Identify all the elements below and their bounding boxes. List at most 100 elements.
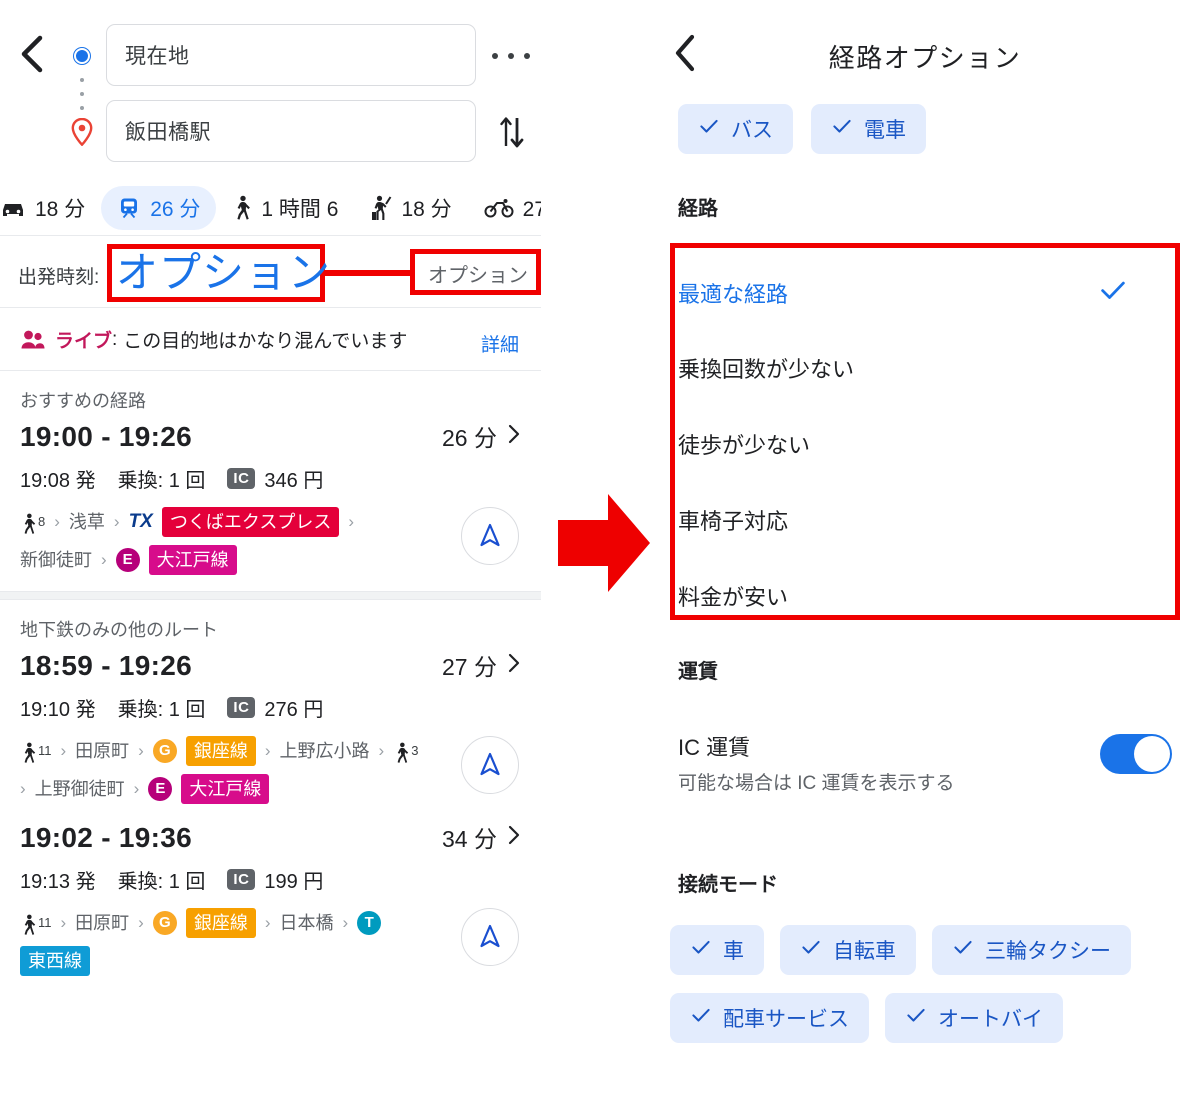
route-fare: IC 276 円 (227, 693, 323, 722)
route-departure-time: 19:08 発 (20, 470, 96, 492)
travel-mode-duration: 26 分 (150, 197, 201, 221)
walk-leg: 11 (20, 738, 52, 764)
connect-chip-自転車[interactable]: 自転車 (780, 925, 916, 975)
route-option-車椅子対応[interactable]: 車椅子対応 (678, 502, 1138, 538)
ic-fare-toggle[interactable] (1100, 734, 1172, 774)
live-message: この目的地はかなり混んでいます (123, 331, 408, 352)
connect-mode-chips[interactable]: 車 自転車 三輪タクシー配車サービス オートバイ (670, 925, 1190, 1043)
route-option-料金が安い[interactable]: 料金が安い (678, 578, 1138, 614)
travel-mode-duration: 1 時間 6 (261, 197, 339, 221)
line-badge-icon: G (152, 911, 177, 935)
route-header: 19:00 - 19:26 26 分 (20, 419, 521, 453)
travel-mode-duration: 18 分 (35, 197, 86, 221)
callout-connector-line (322, 270, 414, 276)
navigate-icon[interactable] (461, 736, 519, 794)
transit-line-pill: 銀座線 (185, 908, 256, 938)
travel-mode-duration: 18 分 (401, 197, 452, 221)
route-option-label: 料金が安い (678, 585, 789, 610)
bicycle-icon (484, 198, 514, 218)
travel-mode-tab-rideshare[interactable]: 18 分 (354, 186, 467, 230)
options-zoom-label: オプション (116, 249, 332, 296)
route-card[interactable]: 19:02 - 19:36 34 分 19:13 発乗換: 1 回 IC 199 円 11… (0, 820, 541, 992)
navigate-icon[interactable] (461, 908, 519, 966)
fare-section-title: 運賃 (678, 661, 718, 683)
route-fare-amount: 346 円 (264, 470, 324, 492)
check-icon (1098, 275, 1128, 311)
route-options-header: 経路オプション (650, 0, 1200, 100)
connect-chip-車[interactable]: 車 (670, 925, 764, 975)
travel-mode-tabs[interactable]: 18 分 26 分 1 時間 6 18 分 27 ： (0, 180, 541, 236)
leg-station-name: 新御徒町 (20, 550, 92, 570)
line-badge-icon: T (357, 911, 382, 935)
red-right-arrow-icon (556, 488, 652, 598)
live-traffic-row: ライブ : この目的地はかなり混んでいます 詳細 (0, 309, 541, 371)
travel-mode-tab-bicycle[interactable]: 27 ： (468, 186, 541, 230)
route-card[interactable]: 18:59 - 19:26 27 分 19:10 発乗換: 1 回 IC 276 円 11… (0, 648, 541, 820)
leg-separator-icon: › (378, 741, 385, 760)
route-option-徒歩が少ない[interactable]: 徒歩が少ない (678, 426, 1138, 462)
line-badge-icon: E (148, 777, 173, 801)
section-divider (0, 591, 541, 600)
chip-label: オートバイ (938, 1008, 1043, 1031)
chip-label: 三輪タクシー (985, 940, 1111, 963)
chip-label: 自転車 (833, 940, 896, 963)
leg-separator-icon: › (138, 741, 144, 760)
chip-label: 電車 (864, 119, 906, 142)
live-separator: : (112, 328, 118, 350)
destination-pin-icon (70, 117, 94, 147)
leg-station-name: 上野御徒町 (34, 779, 125, 799)
transit-chip-電車[interactable]: 電車 (811, 104, 926, 154)
route-card[interactable]: 19:00 - 19:26 26 分 19:08 発乗換: 1 回 IC 346 円 8 ›… (0, 419, 541, 591)
origin-dot-icon (74, 48, 90, 64)
connect-chip-配車サービス[interactable]: 配車サービス (670, 993, 869, 1043)
line-logo-icon: TX (128, 511, 153, 532)
more-options-icon[interactable] (492, 44, 530, 68)
transit-chip-バス[interactable]: バス (678, 104, 793, 154)
leg-separator-icon: › (133, 779, 140, 798)
leg-separator-icon: › (138, 913, 144, 932)
route-legs: 11 › 田原町 › G 銀座線 › 日本橋 › T 東西線 (20, 908, 420, 976)
route-option-乗換回数が少ない[interactable]: 乗換回数が少ない (678, 350, 1138, 386)
ic-fare-sublabel: 可能な場合は IC 運賃を表示する (678, 773, 955, 794)
options-button[interactable]: オプション (428, 259, 528, 288)
route-time-range: 19:00 - 19:26 (20, 421, 193, 452)
live-detail-link[interactable]: 詳細 (481, 330, 519, 357)
travel-mode-tab-transit[interactable]: 26 分 (101, 185, 217, 230)
transit-line-pill: 銀座線 (185, 736, 256, 766)
leg-station-name: 日本橋 (279, 913, 334, 933)
ic-fare-label: IC 運賃 (678, 735, 751, 760)
route-subinfo: 19:08 発乗換: 1 回 IC 346 円 (20, 464, 521, 493)
leg-station-name: 上野広小路 (279, 741, 370, 761)
leg-separator-icon: › (60, 741, 67, 760)
swap-endpoints-icon[interactable] (496, 112, 528, 152)
route-option-最適な経路[interactable]: 最適な経路 (678, 275, 1138, 311)
chevron-right-icon[interactable] (507, 423, 521, 450)
connect-chip-オートバイ[interactable]: オートバイ (885, 993, 1063, 1043)
route-duration-wrap: 27 分 (442, 648, 521, 682)
origin-input[interactable]: 現在地 (106, 24, 476, 86)
chevron-right-icon[interactable] (507, 824, 521, 851)
origin-input-value: 現在地 (125, 45, 190, 68)
route-dotted-connector-icon (80, 78, 84, 110)
travel-mode-tab-car[interactable]: 18 分 (0, 186, 101, 230)
route-duration: 27 分 (442, 654, 497, 680)
route-options-panel: 経路オプション バス 電車 経路 最適な経路 乗換回数が少ない 徒歩が少ない 車椅子対応… (650, 0, 1200, 1098)
route-group-label: おすすめの経路 (20, 391, 146, 411)
route-fare: IC 199 円 (227, 865, 323, 894)
route-duration-wrap: 26 分 (442, 419, 521, 453)
back-chevron-icon[interactable] (18, 32, 48, 76)
rideshare-icon (370, 195, 392, 221)
check-icon (690, 936, 712, 964)
transit-mode-chips[interactable]: バス 電車 (650, 100, 1200, 154)
route-time-range: 19:02 - 19:36 (20, 822, 193, 853)
ic-badge: IC (227, 697, 256, 718)
chevron-right-icon[interactable] (507, 652, 521, 679)
line-badge-icon: G (152, 739, 177, 763)
destination-input-value: 飯田橋駅 (125, 121, 211, 144)
navigate-icon[interactable] (461, 507, 519, 565)
destination-input[interactable]: 飯田橋駅 (106, 100, 476, 162)
check-icon (952, 936, 974, 964)
travel-mode-tab-walk[interactable]: 1 時間 6 (216, 186, 354, 230)
connect-chip-三輪タクシー[interactable]: 三輪タクシー (932, 925, 1131, 975)
line-badge-icon: E (115, 548, 140, 572)
